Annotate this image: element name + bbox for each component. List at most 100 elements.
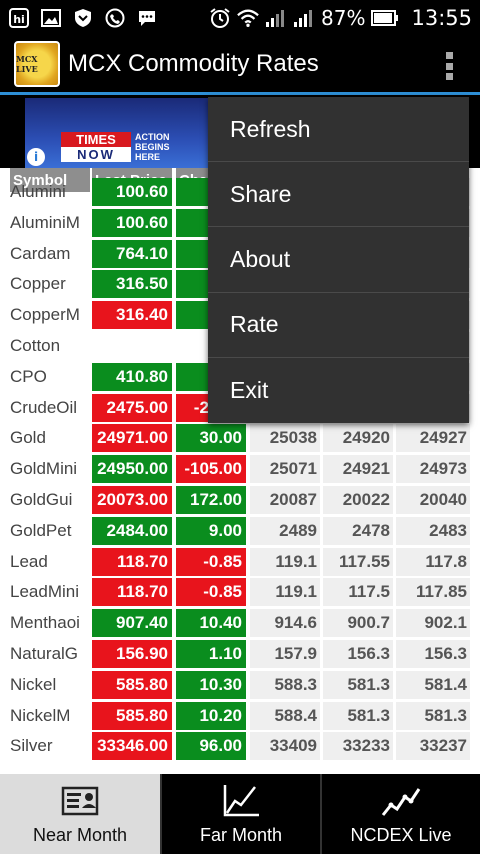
- high-cell: 25071: [250, 455, 320, 484]
- ad-banner[interactable]: TIMES NOW ACTION BEGINS HERE i: [25, 98, 210, 168]
- high-cell: 119.1: [250, 547, 320, 576]
- table-row[interactable]: LeadMini 118.70 -0.85 119.1 117.5 117.85: [0, 577, 480, 608]
- high-cell: 20087: [250, 486, 320, 514]
- low-cell: 2478: [323, 516, 393, 545]
- change-cell: -0.85: [176, 547, 246, 576]
- symbol-cell: Alumini: [10, 182, 66, 201]
- low-cell: 24920: [323, 424, 393, 453]
- menu-about[interactable]: About: [208, 227, 469, 293]
- menu-rate[interactable]: Rate: [208, 293, 469, 358]
- low-cell: 20022: [323, 486, 393, 514]
- low-cell: 900.7: [323, 609, 393, 638]
- menu-share[interactable]: Share: [208, 162, 469, 228]
- close-cell: 581.4: [396, 670, 470, 699]
- table-row[interactable]: GoldGui 20073.00 172.00 20087 20022 20040: [0, 485, 480, 516]
- menu-refresh[interactable]: Refresh: [208, 97, 469, 163]
- last-price-cell: 20073.00: [92, 486, 172, 514]
- change-cell: 10.30: [176, 670, 246, 699]
- battery-percent: 87%: [321, 5, 366, 30]
- low-cell: 117.5: [323, 578, 393, 607]
- last-price-cell: 33346.00: [92, 732, 172, 761]
- overflow-menu-icon[interactable]: [446, 52, 454, 80]
- symbol-cell: Cardam: [10, 243, 71, 263]
- low-cell: 581.3: [323, 701, 393, 730]
- last-price-cell: 585.80: [92, 670, 172, 699]
- tab-label: NCDEX Live: [350, 825, 452, 845]
- high-cell: 588.4: [250, 701, 320, 730]
- symbol-cell: GoldPet: [10, 520, 72, 540]
- table-row[interactable]: GoldMini 24950.00 -105.00 25071 24921 24973: [0, 454, 480, 485]
- alarm-icon: [209, 7, 231, 29]
- symbol-cell: Gold: [10, 428, 46, 448]
- symbol-cell: GoldGui: [10, 490, 73, 509]
- trend-chart-icon: [381, 788, 421, 816]
- tab-near-month[interactable]: Near Month: [0, 774, 160, 854]
- tab-ncdex-live[interactable]: NCDEX Live: [320, 774, 480, 854]
- change-cell: 30.00: [176, 424, 246, 453]
- symbol-cell: CopperM: [10, 305, 80, 325]
- change-cell: 10.40: [176, 609, 246, 638]
- change-cell: -0.85: [176, 578, 246, 607]
- symbol-cell: Nickel: [10, 674, 57, 694]
- high-cell: 157.9: [250, 640, 320, 668]
- high-cell: 588.3: [250, 670, 320, 699]
- change-cell: 9.00: [176, 516, 246, 545]
- svg-text:hi: hi: [13, 13, 25, 26]
- symbol-cell: Cotton: [10, 336, 61, 355]
- symbol-cell: CrudeOil: [10, 397, 78, 417]
- table-row[interactable]: NaturalG 156.90 1.10 157.9 156.3 156.3: [0, 639, 480, 670]
- phone-icon: [104, 7, 126, 29]
- change-cell: 172.00: [176, 486, 246, 514]
- low-cell: 24921: [323, 455, 393, 484]
- close-cell: 902.1: [396, 609, 470, 638]
- change-cell: -105.00: [176, 455, 246, 484]
- status-bar: hi 87% 13:55: [0, 0, 480, 35]
- low-cell: 117.55: [323, 547, 393, 576]
- ad-logo: TIMES NOW: [61, 132, 131, 162]
- last-price-cell: 100.60: [92, 178, 172, 206]
- table-row[interactable]: Lead 118.70 -0.85 119.1 117.55 117.8: [0, 547, 480, 578]
- symbol-cell: CPO: [10, 366, 47, 386]
- table-row[interactable]: GoldPet 2484.00 9.00 2489 2478 2483: [0, 516, 480, 547]
- symbol-cell: Silver: [10, 736, 53, 756]
- tab-far-month[interactable]: Far Month: [160, 774, 320, 854]
- close-cell: 2483: [396, 516, 470, 545]
- table-row[interactable]: Gold 24971.00 30.00 25038 24920 24927: [0, 423, 480, 454]
- close-cell: 117.8: [396, 547, 470, 576]
- chat-icon: [136, 7, 158, 29]
- tab-label: Far Month: [199, 825, 283, 845]
- overflow-menu: Refresh Share About Rate Exit: [208, 97, 469, 423]
- symbol-cell: Menthaoi: [10, 613, 80, 633]
- symbol-cell: NickelM: [10, 705, 71, 725]
- action-bar: MCX LIVE MCX Commodity Rates: [0, 35, 480, 95]
- clock: 13:55: [411, 5, 472, 30]
- close-cell: 24927: [396, 424, 470, 453]
- last-price-cell: 316.40: [92, 301, 172, 330]
- close-cell: 156.3: [396, 640, 470, 668]
- last-price-cell: 410.80: [92, 362, 172, 391]
- app-title: MCX Commodity Rates: [68, 49, 319, 77]
- symbol-cell: AluminiM: [10, 212, 80, 232]
- last-price-cell: 764.10: [92, 239, 172, 268]
- high-cell: 2489: [250, 516, 320, 545]
- symbol-cell: Lead: [10, 551, 48, 571]
- symbol-cell: Copper: [10, 274, 66, 294]
- signal-icon: [265, 7, 287, 29]
- table-row[interactable]: Silver 33346.00 96.00 33409 33233 33237: [0, 731, 480, 762]
- table-row[interactable]: Menthaoi 907.40 10.40 914.6 900.7 902.1: [0, 608, 480, 639]
- table-row[interactable]: NickelM 585.80 10.20 588.4 581.3 581.3: [0, 701, 480, 732]
- image-icon: [40, 7, 62, 29]
- bottom-tabs: Near Month Far Month NCDEX Live: [0, 774, 480, 854]
- table-row[interactable]: Nickel 585.80 10.30 588.3 581.3 581.4: [0, 670, 480, 701]
- menu-exit[interactable]: Exit: [208, 358, 469, 423]
- info-icon[interactable]: i: [27, 148, 45, 166]
- change-cell: 1.10: [176, 640, 246, 668]
- change-cell: 96.00: [176, 732, 246, 761]
- tab-label: Near Month: [32, 825, 128, 845]
- low-cell: 156.3: [323, 640, 393, 668]
- last-price-cell: 316.50: [92, 270, 172, 299]
- high-cell: 119.1: [250, 578, 320, 607]
- shield-icon: [72, 7, 94, 29]
- last-price-cell: [92, 332, 172, 360]
- close-cell: 33237: [396, 732, 470, 761]
